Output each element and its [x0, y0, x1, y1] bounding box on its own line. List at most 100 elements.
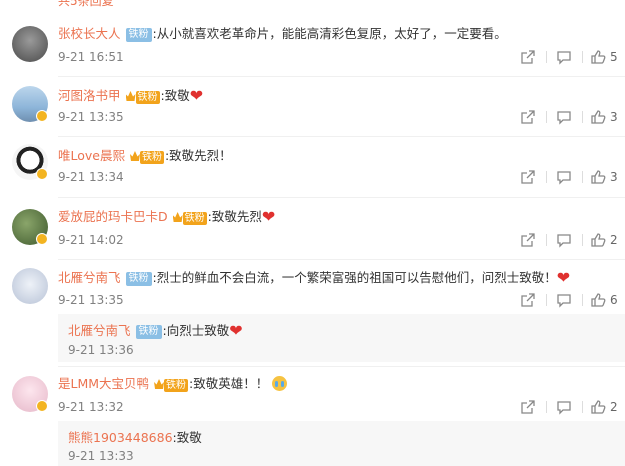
share-icon[interactable]: [520, 109, 536, 125]
crying-face-emoji-icon: [272, 376, 288, 391]
username-link[interactable]: 是LMM大宝贝鸭: [58, 376, 149, 391]
crown-badge-icon: 铁粉: [172, 210, 207, 226]
username-link[interactable]: 张校长大人: [58, 26, 121, 41]
comment-item: 是LMM大宝贝鸭 铁粉:致敬英雄！！ 9-21 13:32 2 熊熊190344…: [0, 370, 625, 466]
divider: [546, 171, 547, 183]
username-link[interactable]: 河图洛书甲: [58, 88, 121, 103]
share-icon[interactable]: [520, 49, 536, 65]
comment-text: :致敬英雄！！: [189, 376, 269, 391]
comment-actions: 3: [520, 109, 620, 127]
comment-actions: 6: [520, 292, 620, 310]
divider: [582, 171, 583, 183]
separator: [58, 197, 625, 198]
comment-line: 唯Love晨熙 铁粉:致敬先烈！: [58, 148, 232, 165]
comment-icon[interactable]: [556, 109, 572, 125]
comment-time: 9-21 13:35: [58, 293, 124, 307]
crown-badge-icon: 铁粉: [129, 149, 164, 165]
share-icon[interactable]: [520, 232, 536, 248]
comment-icon[interactable]: [556, 399, 572, 415]
fan-badge: 铁粉: [125, 272, 152, 286]
comment-item: 唯Love晨熙 铁粉:致敬先烈！ 9-21 13:34 3: [0, 140, 625, 196]
comment-actions: 3: [520, 169, 620, 187]
heart-emoji-icon: ❤: [556, 268, 571, 287]
divider: [582, 294, 583, 306]
comment-text: :致敬先烈！: [164, 148, 232, 163]
comment-time: 9-21 13:32: [58, 400, 124, 414]
username-link[interactable]: 北雁兮南飞: [58, 270, 121, 285]
reply-username-link[interactable]: 北雁兮南飞: [68, 323, 131, 338]
comment-icon[interactable]: [556, 292, 572, 308]
comment-text: :从小就喜欢老革命片，能能高清彩色复原，太好了，一定要看。: [152, 26, 507, 41]
heart-emoji-icon: ❤: [261, 207, 276, 226]
comment-item: 爱放屁的玛卡巴卡D 铁粉:致敬先烈❤ 9-21 14:02 2: [0, 203, 625, 259]
comment-time: 9-21 13:35: [58, 110, 124, 124]
reply-time: 9-21 13:33: [68, 449, 134, 463]
divider: [546, 401, 547, 413]
like-icon[interactable]: [590, 232, 606, 248]
separator: [58, 76, 625, 77]
like-icon[interactable]: [590, 169, 606, 185]
like-count: 6: [610, 293, 618, 307]
share-icon[interactable]: [520, 169, 536, 185]
comment-item: 北雁兮南飞 铁粉:烈士的鲜血不会白流，一个繁荣富强的祖国可以告慰他们，问烈士致敬…: [0, 264, 625, 364]
like-icon[interactable]: [590, 399, 606, 415]
share-icon[interactable]: [520, 292, 536, 308]
like-count: 2: [610, 400, 618, 414]
comment-icon[interactable]: [556, 232, 572, 248]
comment-line: 北雁兮南飞 铁粉:烈士的鲜血不会白流，一个繁荣富强的祖国可以告慰他们，问烈士致敬…: [58, 270, 570, 286]
comment-actions: 2: [520, 232, 620, 250]
divider: [546, 294, 547, 306]
comment-time: 9-21 13:34: [58, 170, 124, 184]
reply-text: :向烈士致敬: [162, 323, 230, 338]
verified-badge-icon: [36, 110, 48, 122]
reply-box: 北雁兮南飞 铁粉:向烈士致敬❤ 9-21 13:36: [58, 314, 625, 362]
reply-box: 熊熊1903448686:致敬 9-21 13:33: [58, 421, 625, 466]
comment-time: 9-21 14:02: [58, 233, 124, 247]
comment-text: :致敬先烈: [207, 209, 262, 224]
like-icon[interactable]: [590, 292, 606, 308]
heart-emoji-icon: ❤: [189, 86, 204, 105]
avatar[interactable]: [12, 26, 48, 62]
comment-line: 河图洛书甲 铁粉:致敬❤: [58, 88, 203, 105]
reply-line: 熊熊1903448686:致敬: [68, 427, 202, 446]
like-icon[interactable]: [590, 49, 606, 65]
avatar[interactable]: [12, 268, 48, 304]
comment-item: 河图洛书甲 铁粉:致敬❤ 9-21 13:35 3: [0, 80, 625, 136]
reply-text: :致敬: [172, 430, 202, 445]
crown-badge-icon: 铁粉: [125, 89, 160, 105]
comment-text: :致敬: [160, 88, 190, 103]
username-link[interactable]: 唯Love晨熙: [58, 148, 125, 163]
reply-username-link[interactable]: 熊熊1903448686: [68, 430, 173, 445]
separator: [58, 259, 625, 260]
like-count: 2: [610, 233, 618, 247]
fan-badge: 铁粉: [135, 325, 162, 339]
comment-icon[interactable]: [556, 169, 572, 185]
verified-badge-icon: [36, 168, 48, 180]
comment-icon[interactable]: [556, 49, 572, 65]
comment-line: 张校长大人 铁粉:从小就喜欢老革命片，能能高清彩色复原，太好了，一定要看。: [58, 26, 507, 42]
reply-line: 北雁兮南飞 铁粉:向烈士致敬❤: [68, 320, 243, 340]
comment-actions: 5: [520, 49, 620, 67]
replies-count-partial[interactable]: 共5条回复: [58, 0, 114, 9]
divider: [582, 111, 583, 123]
comment-text: :烈士的鲜血不会白流，一个繁荣富强的祖国可以告慰他们，问烈士致敬！: [152, 270, 557, 285]
like-count: 3: [610, 110, 618, 124]
verified-badge-icon: [36, 400, 48, 412]
username-link[interactable]: 爱放屁的玛卡巴卡D: [58, 209, 168, 224]
verified-badge-icon: [36, 233, 48, 245]
like-count: 5: [610, 50, 618, 64]
like-icon[interactable]: [590, 109, 606, 125]
divider: [546, 234, 547, 246]
divider: [582, 234, 583, 246]
divider: [582, 401, 583, 413]
share-icon[interactable]: [520, 399, 536, 415]
reply-time: 9-21 13:36: [68, 343, 134, 357]
comment-line: 是LMM大宝贝鸭 铁粉:致敬英雄！！: [58, 376, 288, 393]
comment-line: 爱放屁的玛卡巴卡D 铁粉:致敬先烈❤: [58, 209, 275, 226]
comment-time: 9-21 16:51: [58, 50, 124, 64]
divider: [546, 51, 547, 63]
comment-actions: 2: [520, 399, 620, 417]
like-count: 3: [610, 170, 618, 184]
comment-item: 张校长大人 铁粉:从小就喜欢老革命片，能能高清彩色复原，太好了，一定要看。 9-…: [0, 20, 625, 76]
divider: [546, 111, 547, 123]
